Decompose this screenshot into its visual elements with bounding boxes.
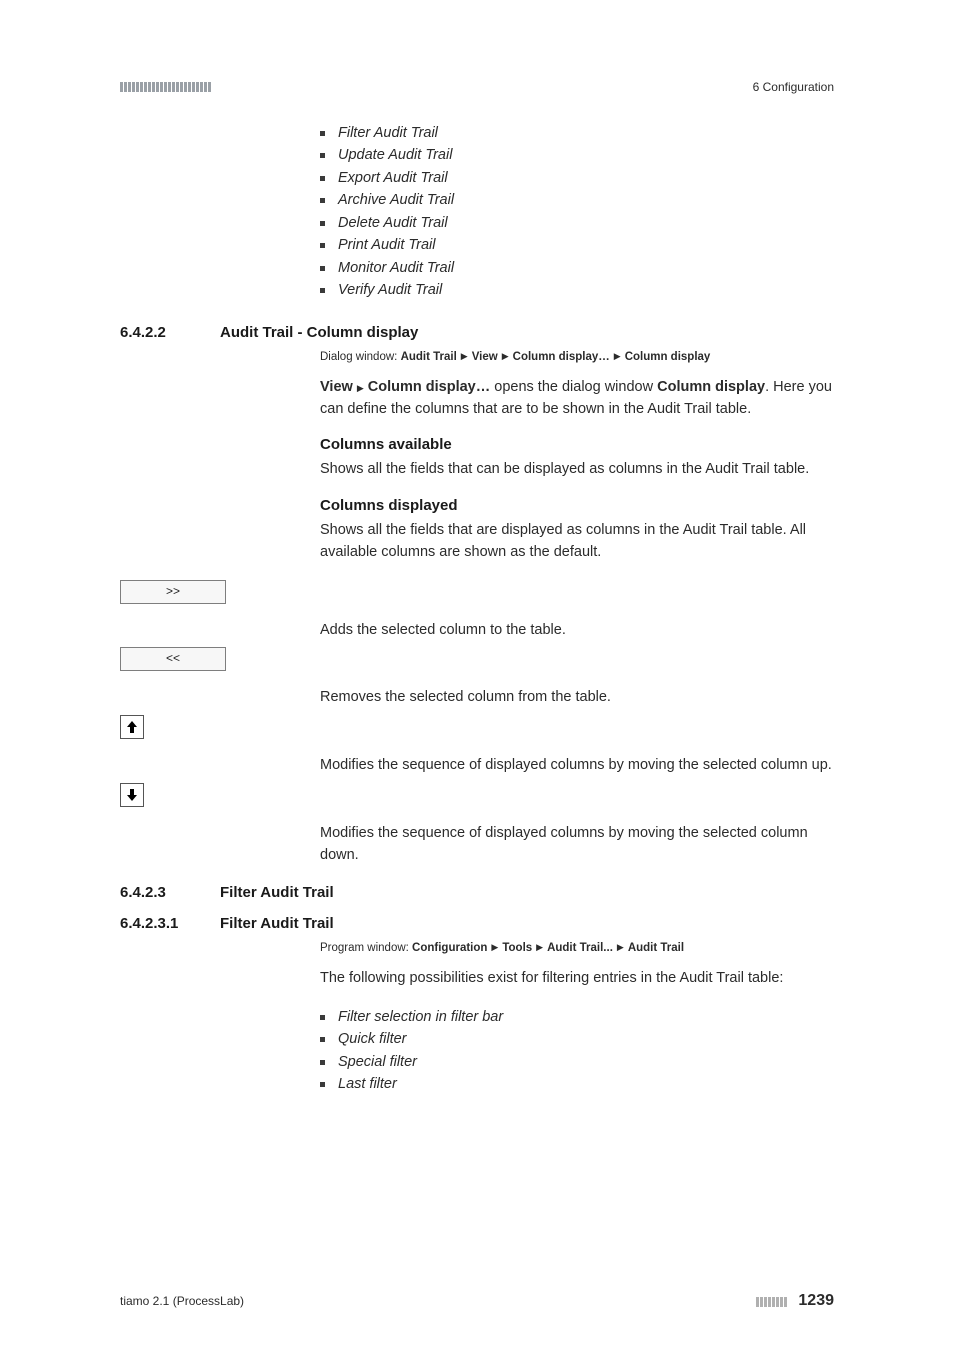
arrow-up-icon: [125, 720, 139, 734]
triangle-right-icon: ▶: [614, 351, 621, 362]
subheading: Columns displayed: [320, 497, 834, 514]
section-number: 6.4.2.3.1: [120, 915, 220, 932]
triangle-right-icon: ▶: [461, 351, 468, 362]
chapter-label: 6 Configuration: [753, 80, 834, 94]
breadcrumb-item: Column display…: [513, 351, 610, 363]
triangle-right-icon: ▶: [491, 942, 498, 953]
footer-product: tiamo 2.1 (ProcessLab): [120, 1294, 244, 1308]
control-row: Modifies the sequence of displayed colum…: [120, 715, 834, 777]
program-path-label: Program window:: [320, 942, 409, 954]
section-title: Filter Audit Trail: [220, 884, 834, 901]
add-column-button[interactable]: >>: [120, 580, 226, 604]
arrow-down-icon: [125, 788, 139, 802]
inline-bold: Column display: [657, 379, 765, 395]
list-item: Delete Audit Trail: [320, 212, 834, 234]
move-down-button[interactable]: [120, 783, 144, 807]
list-item: Last filter: [320, 1073, 834, 1095]
list-item: Monitor Audit Trail: [320, 257, 834, 279]
footer-page-block: 1239: [756, 1292, 834, 1310]
move-up-button[interactable]: [120, 715, 144, 739]
intro-bullet-list: Filter Audit Trail Update Audit Trail Ex…: [320, 122, 834, 302]
breadcrumb-item: Tools: [502, 942, 532, 954]
list-item: Filter Audit Trail: [320, 122, 834, 144]
body-text: Shows all the fields that are displayed …: [320, 520, 834, 564]
section-title: Audit Trail - Column display: [220, 324, 834, 341]
footer-ticks-icon: [756, 1297, 787, 1307]
breadcrumb-item: Column display: [625, 351, 711, 363]
page-number: 1239: [798, 1292, 834, 1309]
section-number: 6.4.2.3: [120, 884, 220, 901]
section-paragraph: View ▶ Column display… opens the dialog …: [320, 377, 834, 421]
control-description: Removes the selected column from the tab…: [320, 647, 834, 709]
section-title: Filter Audit Trail: [220, 915, 834, 932]
breadcrumb-item: View: [472, 351, 498, 363]
inline-bold: View: [320, 379, 353, 395]
triangle-right-icon: ▶: [502, 351, 509, 362]
dialog-path-label: Dialog window:: [320, 351, 397, 363]
breadcrumb-item: Audit Trail...: [547, 942, 613, 954]
subheading: Columns available: [320, 436, 834, 453]
list-item: Special filter: [320, 1051, 834, 1073]
filter-bullet-list: Filter selection in filter bar Quick fil…: [320, 1006, 834, 1096]
body-text: Shows all the fields that can be display…: [320, 459, 834, 481]
dialog-window-path: Dialog window: Audit Trail ▶ View ▶ Column d…: [320, 351, 834, 363]
list-item: Print Audit Trail: [320, 234, 834, 256]
control-description: Modifies the sequence of displayed colum…: [320, 783, 834, 867]
control-row: << Removes the selected column from the …: [120, 647, 834, 709]
triangle-right-icon: ▶: [617, 942, 624, 953]
breadcrumb-item: Configuration: [412, 942, 487, 954]
control-icon-cell: [120, 715, 320, 739]
inline-text: opens the dialog window: [490, 379, 657, 395]
body-text: The following possibilities exist for fi…: [320, 968, 834, 990]
list-item: Archive Audit Trail: [320, 189, 834, 211]
breadcrumb-item: Audit Trail: [401, 351, 457, 363]
breadcrumb-item: Audit Trail: [628, 942, 684, 954]
control-description: Adds the selected column to the table.: [320, 580, 834, 642]
page-footer: tiamo 2.1 (ProcessLab) 1239: [120, 1292, 834, 1310]
remove-column-button[interactable]: <<: [120, 647, 226, 671]
list-item: Update Audit Trail: [320, 144, 834, 166]
program-window-path: Program window: Configuration ▶ Tools ▶ Audi…: [320, 942, 834, 954]
section-heading: 6.4.2.3 Filter Audit Trail: [120, 884, 834, 901]
section-heading: 6.4.2.3.1 Filter Audit Trail: [120, 915, 834, 932]
control-icon-cell: [120, 783, 320, 807]
header-ticks-icon: [120, 82, 211, 92]
list-item: Quick filter: [320, 1028, 834, 1050]
control-description: Modifies the sequence of displayed colum…: [320, 715, 834, 777]
section-heading: 6.4.2.2 Audit Trail - Column display: [120, 324, 834, 341]
control-row: >> Adds the selected column to the table…: [120, 580, 834, 642]
control-icon-cell: >>: [120, 580, 320, 604]
page-header: 6 Configuration: [120, 80, 834, 94]
triangle-right-icon: ▶: [357, 383, 364, 393]
control-row: Modifies the sequence of displayed colum…: [120, 783, 834, 867]
inline-bold: Column display…: [368, 379, 490, 395]
section-number: 6.4.2.2: [120, 324, 220, 341]
list-item: Export Audit Trail: [320, 167, 834, 189]
list-item: Verify Audit Trail: [320, 279, 834, 301]
control-icon-cell: <<: [120, 647, 320, 671]
list-item: Filter selection in filter bar: [320, 1006, 834, 1028]
triangle-right-icon: ▶: [536, 942, 543, 953]
